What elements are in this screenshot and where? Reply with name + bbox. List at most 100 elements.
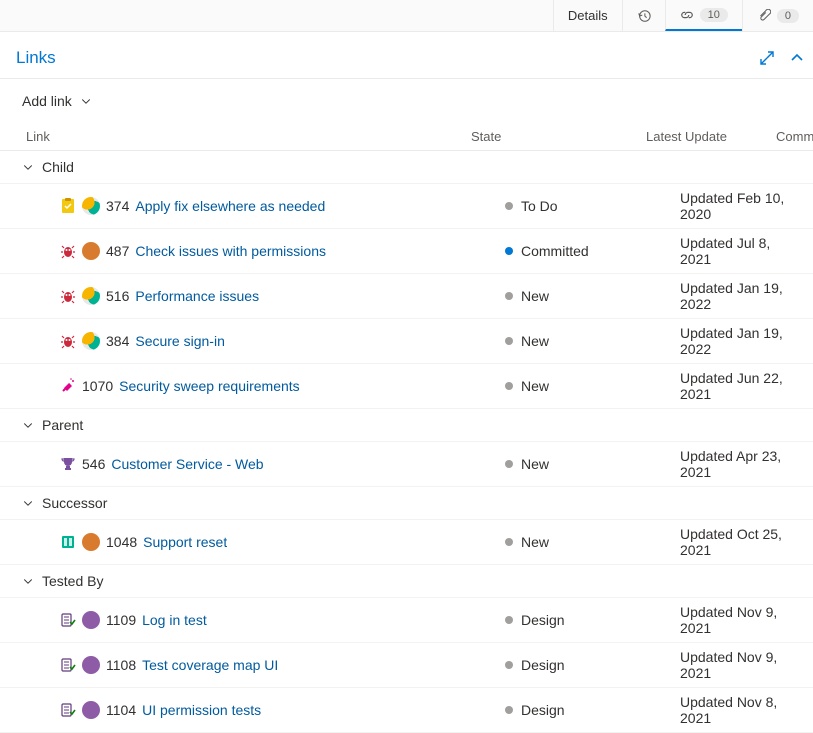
history-icon [637, 9, 651, 23]
add-link-label: Add link [22, 93, 72, 109]
broom-icon [60, 378, 76, 394]
group-row[interactable]: Child [0, 151, 813, 184]
work-item-id: 1070 [82, 378, 113, 394]
state-dot [505, 616, 513, 624]
state-label: New [521, 288, 549, 304]
state-dot [505, 538, 513, 546]
chevron-down-icon [22, 497, 34, 509]
state-dot [505, 382, 513, 390]
attachments-count: 0 [777, 9, 799, 23]
work-item-title[interactable]: Test coverage map UI [142, 657, 278, 673]
avatar [82, 611, 100, 629]
work-item-id: 516 [106, 288, 129, 304]
work-item-title[interactable]: Customer Service - Web [111, 456, 263, 472]
updated-label: Updated Feb 10, 2020 [680, 190, 803, 222]
links-count: 10 [700, 8, 728, 22]
group-row[interactable]: Successor [0, 487, 813, 520]
attachment-icon [757, 9, 771, 23]
tab-history[interactable] [622, 0, 665, 31]
link-row: 516 Performance issues New Updated Jan 19,… [0, 274, 813, 319]
link-row: 1048 Support reset New Updated Oct 25, 202… [0, 520, 813, 565]
link-row: 1070 Security sweep requirementsNewUpdat… [0, 364, 813, 409]
test-icon [60, 702, 76, 718]
group-row[interactable]: Tested By [0, 565, 813, 598]
link-row: 1108 Test coverage map UIDesignUpdated N… [0, 643, 813, 688]
state-label: Design [521, 702, 565, 718]
col-link: Link [26, 129, 471, 144]
work-item-id: 1048 [106, 534, 137, 550]
state-dot [505, 706, 513, 714]
work-item-title[interactable]: Support reset [143, 534, 227, 550]
state-dot [505, 460, 513, 468]
avatar [82, 656, 100, 674]
work-item-id: 546 [82, 456, 105, 472]
tab-details-label: Details [568, 8, 608, 23]
collapse-icon[interactable] [789, 50, 805, 66]
add-link-button[interactable]: Add link [0, 79, 92, 123]
book-icon [60, 534, 76, 550]
work-item-title[interactable]: Performance issues [135, 288, 259, 304]
state-label: Design [521, 657, 565, 673]
tab-details[interactable]: Details [553, 0, 622, 31]
col-state: State [471, 129, 646, 144]
work-item-id: 384 [106, 333, 129, 349]
link-row: 384 Secure sign-inNewUpdated Jan 19, 202… [0, 319, 813, 364]
col-comments: Comments [776, 129, 813, 144]
group-label: Parent [42, 417, 83, 433]
work-item-title[interactable]: Apply fix elsewhere as needed [135, 198, 325, 214]
state-label: New [521, 333, 549, 349]
avatar [82, 287, 100, 305]
work-item-title[interactable]: UI permission tests [142, 702, 261, 718]
chevron-down-icon [22, 419, 34, 431]
page-title: Links [16, 48, 56, 68]
state-label: New [521, 534, 549, 550]
work-item-title[interactable]: Log in test [142, 612, 207, 628]
col-updated: Latest Update [646, 129, 776, 144]
tab-attachments[interactable]: 0 [742, 0, 813, 31]
avatar [82, 533, 100, 551]
updated-label: Updated Jan 19, 2022 [680, 280, 803, 312]
group-label: Tested By [42, 573, 103, 589]
group-row[interactable]: Parent [0, 409, 813, 442]
column-headers: Link State Latest Update Comments [0, 123, 813, 151]
state-label: New [521, 378, 549, 394]
state-dot [505, 661, 513, 669]
link-row: 487 Check issues with permissions Committ… [0, 229, 813, 274]
group-label: Successor [42, 495, 107, 511]
work-item-title[interactable]: Secure sign-in [135, 333, 225, 349]
state-dot [505, 202, 513, 210]
work-item-id: 1109 [106, 612, 136, 628]
link-row: 1104 UI permission tests Design Updated No… [0, 688, 813, 733]
link-row: 1109 Log in testDesignUpdated Nov 9, 202… [0, 598, 813, 643]
tabs-bar: Details 10 0 [0, 0, 813, 32]
updated-label: Updated Nov 9, 2021 [680, 604, 803, 636]
avatar [82, 701, 100, 719]
expand-icon[interactable] [759, 50, 775, 66]
section-header: Links [0, 32, 813, 79]
state-dot [505, 337, 513, 345]
work-item-title[interactable]: Security sweep requirements [119, 378, 300, 394]
updated-label: Updated Jul 8, 2021 [680, 235, 803, 267]
work-item-title[interactable]: Check issues with permissions [135, 243, 326, 259]
updated-label: Updated Nov 8, 2021 [680, 694, 803, 726]
avatar [82, 242, 100, 260]
link-row: 374 Apply fix elsewhere as needed To Do Up… [0, 184, 813, 229]
link-row: 546 Customer Service - WebNewUpdated Apr… [0, 442, 813, 487]
work-item-id: 1108 [106, 657, 136, 673]
bug-icon [60, 288, 76, 304]
avatar [82, 197, 100, 215]
chevron-down-icon [80, 95, 92, 107]
work-item-id: 487 [106, 243, 129, 259]
work-item-id: 374 [106, 198, 129, 214]
state-dot [505, 247, 513, 255]
avatar [82, 332, 100, 350]
state-label: Committed [521, 243, 589, 259]
state-label: To Do [521, 198, 558, 214]
bug-icon [60, 333, 76, 349]
updated-label: Updated Apr 23, 2021 [680, 448, 803, 480]
task-icon [60, 198, 76, 214]
tab-links[interactable]: 10 [665, 0, 742, 31]
work-item-id: 1104 [106, 702, 136, 718]
updated-label: Updated Oct 25, 2021 [680, 526, 803, 558]
trophy-icon [60, 456, 76, 472]
